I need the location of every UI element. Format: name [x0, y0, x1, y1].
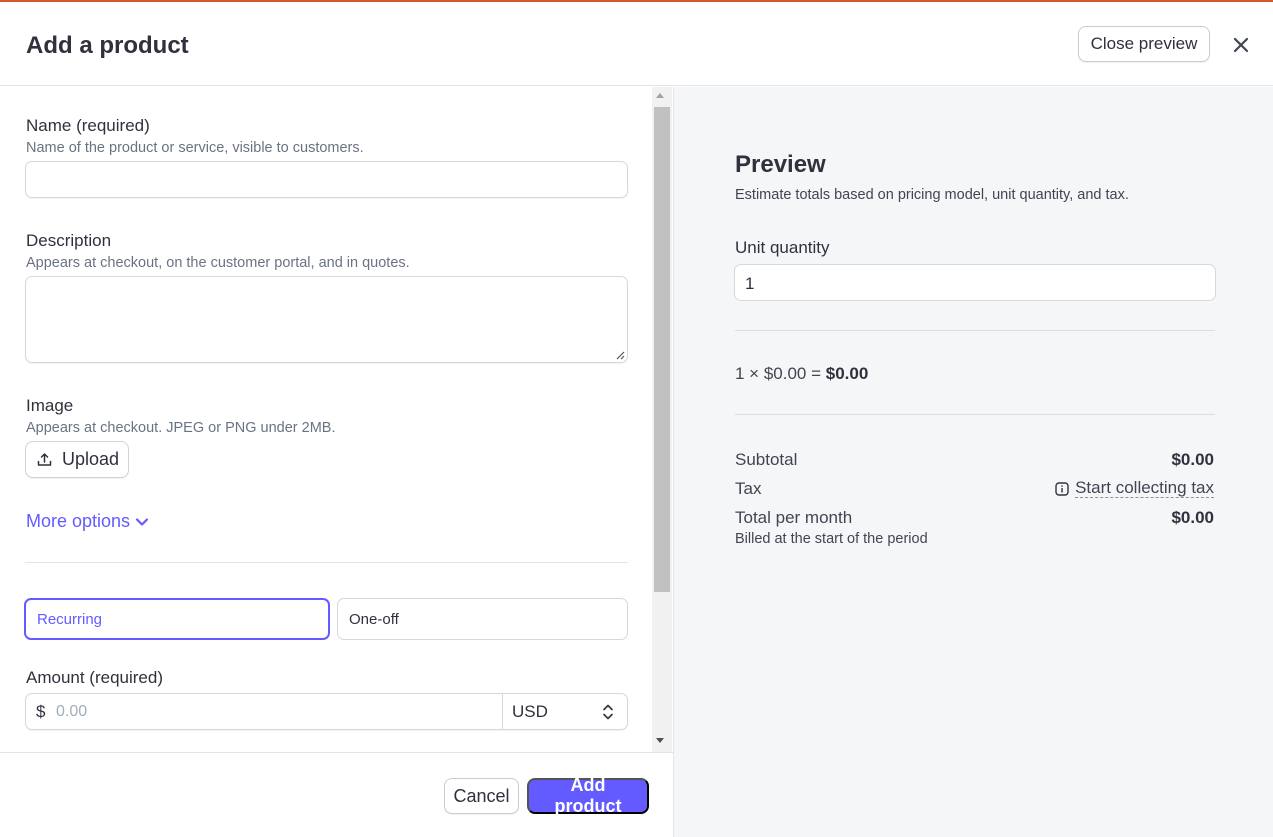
calculation-total: $0.00: [825, 364, 869, 383]
amount-label: Amount (required): [26, 668, 164, 687]
total-label: Total per month: [735, 508, 853, 527]
scroll-up-icon[interactable]: [656, 93, 664, 98]
scrollbar-thumb[interactable]: [654, 107, 670, 592]
close-icon[interactable]: [1230, 34, 1252, 56]
total-value: $0.00: [1171, 508, 1214, 527]
scroll-down-icon[interactable]: [656, 738, 664, 743]
currency-select[interactable]: USD: [512, 702, 548, 722]
image-label: Image: [26, 396, 74, 415]
info-icon: [1055, 481, 1069, 496]
dialog-header: Add a product Close preview: [0, 2, 1273, 86]
amount-input[interactable]: 0.00: [56, 703, 87, 721]
resize-handle-icon[interactable]: [615, 350, 625, 360]
product-form: Name (required) Name of the product or s…: [0, 87, 652, 752]
pricing-type-recurring[interactable]: Recurring: [24, 598, 330, 640]
upload-label: Upload: [62, 449, 120, 469]
add-product-button[interactable]: Add product: [527, 775, 649, 816]
chevron-down-icon: [135, 517, 149, 526]
divider: [25, 562, 628, 563]
subtotal-value: $0.00: [1171, 450, 1214, 469]
subtotal-label: Subtotal: [735, 450, 798, 469]
name-input[interactable]: [25, 161, 628, 198]
start-collecting-tax-link[interactable]: Start collecting tax: [1055, 479, 1214, 498]
description-textarea[interactable]: [25, 276, 628, 363]
calculation-line: 1 × $0.00 = $0.00: [735, 364, 868, 384]
amount-input-group: $ 0.00 USD: [25, 693, 628, 730]
form-scrollbar[interactable]: [652, 87, 672, 752]
name-help: Name of the product or service, visible …: [26, 140, 364, 156]
up-down-icon: [603, 704, 613, 720]
unit-quantity-label: Unit quantity: [735, 238, 830, 257]
upload-icon: [37, 453, 52, 466]
divider: [735, 414, 1215, 415]
description-label: Description: [26, 231, 112, 250]
unit-quantity-value: 1: [745, 274, 755, 293]
cancel-button[interactable]: Cancel: [444, 778, 519, 814]
preview-subtitle: Estimate totals based on pricing model, …: [735, 187, 1129, 203]
preview-panel: Preview Estimate totals based on pricing…: [673, 87, 1273, 837]
unit-quantity-input[interactable]: 1: [734, 264, 1216, 301]
name-label: Name (required): [26, 116, 150, 135]
more-options-label: More options: [26, 511, 131, 531]
close-preview-button[interactable]: Close preview: [1078, 26, 1210, 62]
divider: [735, 330, 1215, 331]
pricing-type-one-off[interactable]: One-off: [337, 598, 628, 640]
billed-note: Billed at the start of the period: [735, 531, 928, 547]
page-title: Add a product: [26, 32, 189, 59]
image-help: Appears at checkout. JPEG or PNG under 2…: [26, 420, 336, 436]
tax-link-label: Start collecting tax: [1075, 478, 1214, 498]
preview-title: Preview: [735, 151, 826, 178]
dialog-footer: Cancel Add product: [0, 752, 673, 837]
currency-symbol: $: [36, 702, 46, 721]
tax-label: Tax: [735, 479, 762, 498]
upload-button[interactable]: Upload: [25, 441, 129, 478]
more-options-link[interactable]: More options: [26, 511, 149, 532]
description-help: Appears at checkout, on the customer por…: [26, 255, 410, 271]
divider: [502, 694, 503, 729]
calculation-text: 1 × $0.00 =: [735, 364, 826, 383]
